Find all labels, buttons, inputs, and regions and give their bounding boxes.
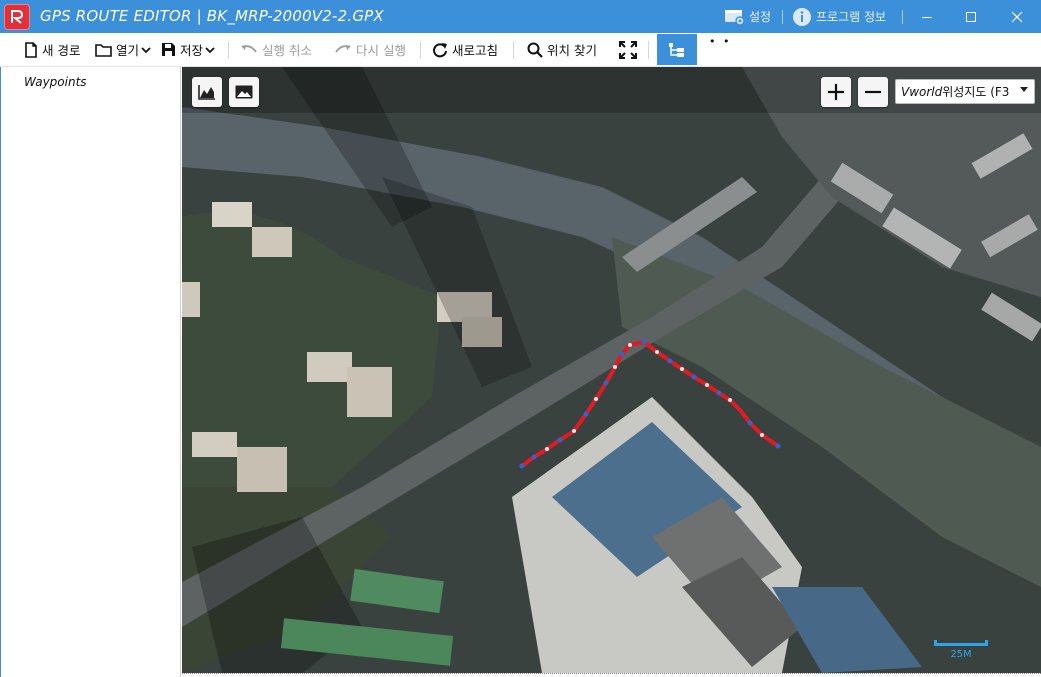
layer-label: 위성지도 (F3 xyxy=(942,85,1010,99)
refresh-icon xyxy=(433,42,447,57)
titlebar-divider xyxy=(902,10,903,24)
undo-icon xyxy=(241,44,257,53)
image-layer-button[interactable] xyxy=(229,77,259,107)
find-location-label: 위치 찾기 xyxy=(547,43,597,58)
title-bar: GPS ROUTE EDITOR | BK_MRP-2000V2-2.GPX 설… xyxy=(0,0,1041,33)
toolbar: 새 경로 열기 저장 실행 취소 다시 실행 새로고침 위치 찾기 • • xyxy=(0,33,1041,67)
layer-brand: Vworld xyxy=(901,84,943,99)
undo-label: 실행 취소 xyxy=(262,43,312,58)
image-icon xyxy=(235,85,253,99)
undo-button[interactable]: 실행 취소 xyxy=(240,33,312,66)
scale-bar xyxy=(934,640,988,646)
refresh-label: 새로고침 xyxy=(452,43,499,58)
minus-icon xyxy=(865,90,881,94)
tree-structure-icon xyxy=(669,42,684,57)
find-location-button[interactable]: 위치 찾기 xyxy=(527,33,597,66)
minimize-button[interactable] xyxy=(904,0,950,33)
search-icon xyxy=(527,42,543,58)
more-label: • • xyxy=(709,35,732,48)
redo-button[interactable]: 다시 실행 xyxy=(334,33,406,66)
open-label: 열기 xyxy=(116,43,140,58)
toolbar-divider xyxy=(648,41,649,59)
new-route-label: 새 경로 xyxy=(42,43,81,58)
save-label: 저장 xyxy=(180,43,204,58)
maximize-button[interactable] xyxy=(948,0,994,33)
about-label: 프로그램 정보 xyxy=(816,10,887,24)
minimize-icon xyxy=(922,16,932,18)
folder-icon xyxy=(95,43,112,57)
satellite-map[interactable]: Vworld 위성지도 (F3 25M xyxy=(182,67,1041,673)
close-button[interactable] xyxy=(994,0,1040,33)
waypoints-panel: Waypoints xyxy=(0,67,181,677)
chevron-down-icon xyxy=(205,46,215,53)
redo-label: 다시 실행 xyxy=(356,43,406,58)
new-file-icon xyxy=(25,41,37,58)
toolbar-divider xyxy=(513,41,514,59)
chevron-down-icon xyxy=(141,46,151,53)
toolbar-divider xyxy=(228,41,229,59)
map-layer-select[interactable]: Vworld 위성지도 (F3 xyxy=(895,79,1035,104)
area-chart-icon xyxy=(198,85,215,100)
window-title: GPS ROUTE EDITOR | BK_MRP-2000V2-2.GPX xyxy=(40,7,384,25)
settings-label: 설정 xyxy=(749,10,772,24)
expand-icon xyxy=(619,40,637,59)
scale-label: 25M xyxy=(950,649,972,660)
about-button[interactable]: 프로그램 정보 xyxy=(792,0,886,33)
open-button[interactable]: 열기 xyxy=(95,33,155,66)
info-icon xyxy=(793,7,811,26)
plus-icon xyxy=(828,84,844,100)
app-logo-icon xyxy=(4,4,30,30)
save-button[interactable]: 저장 xyxy=(161,33,219,66)
tree-view-toggle[interactable] xyxy=(657,34,697,65)
zoom-in-button[interactable] xyxy=(821,77,851,107)
refresh-button[interactable]: 새로고침 xyxy=(432,33,498,66)
satellite-imagery xyxy=(182,67,1041,673)
maximize-icon xyxy=(966,11,976,22)
settings-icon xyxy=(725,9,745,26)
waypoints-title: Waypoints xyxy=(24,75,87,89)
redo-icon xyxy=(335,44,351,53)
new-route-button[interactable]: 새 경로 xyxy=(24,33,80,66)
status-strip xyxy=(182,673,1041,677)
zoom-out-button[interactable] xyxy=(858,77,888,107)
titlebar-divider xyxy=(782,10,783,24)
more-options-button[interactable]: • • xyxy=(709,25,731,58)
elevation-chart-button[interactable] xyxy=(192,77,222,107)
close-icon xyxy=(1011,11,1023,22)
floppy-disk-icon xyxy=(162,43,175,56)
fit-view-button[interactable] xyxy=(619,33,641,66)
chevron-down-icon xyxy=(1020,87,1028,92)
toolbar-divider xyxy=(420,41,421,59)
map-scale: 25M xyxy=(934,640,988,666)
